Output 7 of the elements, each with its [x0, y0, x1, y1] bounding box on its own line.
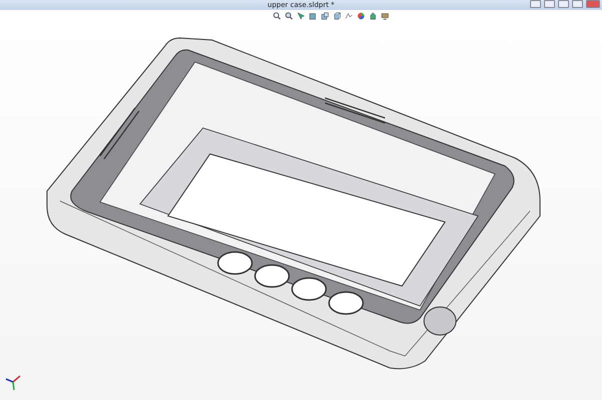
zoom-area-icon[interactable]	[285, 12, 293, 20]
cube-icon[interactable]	[333, 12, 341, 20]
view-orientation-icon[interactable]	[321, 12, 329, 20]
appearance-icon[interactable]	[357, 12, 365, 20]
zoom-icon[interactable]	[273, 12, 281, 20]
pointer-icon[interactable]	[297, 12, 305, 20]
monitor-icon[interactable]	[381, 12, 389, 20]
